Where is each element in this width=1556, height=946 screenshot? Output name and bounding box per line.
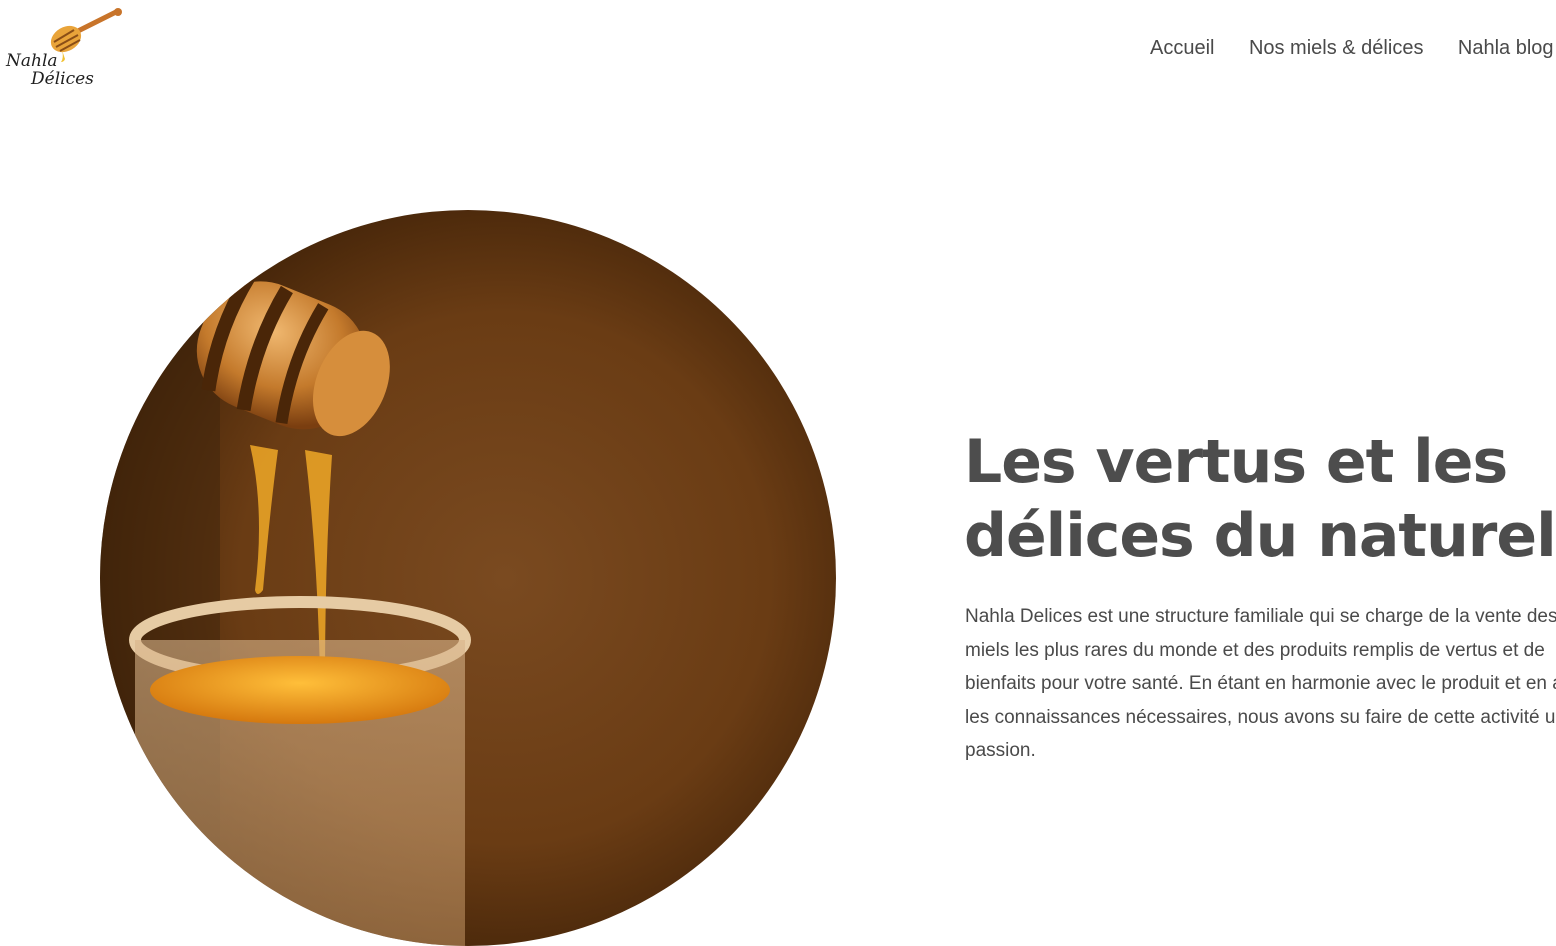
nav-item-miels-delices[interactable]: Nos miels & délices [1249, 37, 1424, 59]
hero-title: Les vertus et les délices du naturel [964, 425, 1556, 573]
site-header: Nahla Délices Accueil Nos miels & délice… [0, 0, 1556, 100]
main-nav: Accueil Nos miels & délices Nahla blog [1150, 37, 1556, 60]
hero-title-line2: délices du naturel [964, 501, 1556, 571]
hero-image [100, 210, 836, 946]
nav-item-blog[interactable]: Nahla blog [1458, 37, 1554, 59]
hero-description: Nahla Delices est une structure familial… [965, 606, 1556, 761]
nav-item-accueil[interactable]: Accueil [1150, 37, 1214, 59]
honey-dipper-photo [100, 210, 836, 946]
hero-title-line1: Les vertus et les [964, 427, 1508, 497]
brand-logo[interactable]: Nahla Délices [4, 6, 124, 90]
brand-name-line1: Nahla [6, 51, 58, 71]
brand-name-line2: Délices [31, 69, 94, 89]
